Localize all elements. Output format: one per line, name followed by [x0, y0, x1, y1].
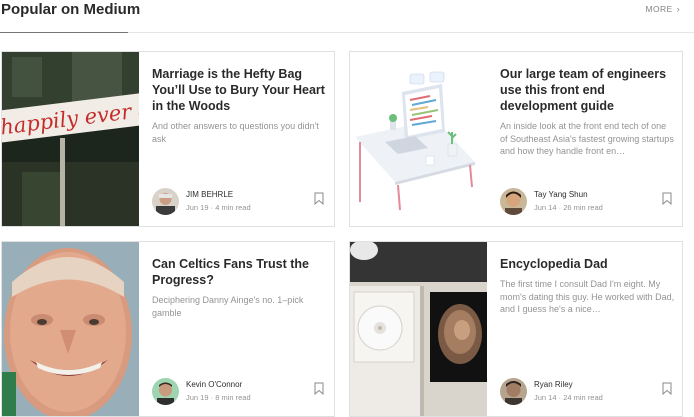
bookmark-icon[interactable]: [314, 192, 324, 206]
post-date: Jun 14: [534, 393, 557, 402]
read-time: 4 min read: [215, 203, 251, 212]
post-date: Jun 14: [534, 203, 557, 212]
post-subtitle: An inside look at the front end tech of …: [500, 121, 674, 156]
post-subtitle: The first time I consult Dad I'm eight. …: [500, 279, 675, 314]
meta-separator: ·: [558, 393, 562, 402]
author-name[interactable]: Tay Yang Shun: [534, 190, 588, 199]
meta-separator: ·: [210, 203, 214, 212]
section-title: Popular on Medium: [1, 1, 141, 18]
author-name[interactable]: JIM BEHRLE: [186, 190, 233, 199]
post-card[interactable]: Can Celtics Fans Trust the Progress? Dec…: [1, 241, 335, 417]
section-underline: [0, 32, 128, 33]
post-title[interactable]: Our large team of engineers use this fro…: [500, 66, 676, 114]
post-meta: Jun 19 · 8 min read: [186, 393, 251, 402]
bookmark-icon[interactable]: [662, 192, 672, 206]
read-time: 26 min read: [563, 203, 603, 212]
post-meta: Jun 14 · 24 min read: [534, 393, 603, 402]
bookmark-icon[interactable]: [662, 382, 672, 396]
avatar[interactable]: [152, 378, 179, 405]
post-subtitle: Deciphering Danny Ainge's no. 1–pick gam…: [152, 295, 304, 318]
avatar[interactable]: [500, 188, 527, 215]
post-card[interactable]: happily ever afte Marriage is the Hefty …: [1, 51, 335, 227]
meta-separator: ·: [210, 393, 214, 402]
post-thumbnail[interactable]: [2, 242, 139, 416]
post-meta: Jun 14 · 26 min read: [534, 203, 603, 212]
chevron-right-icon: ›: [676, 4, 680, 14]
post-card[interactable]: Encyclopedia Dad The first time I consul…: [349, 241, 683, 417]
more-link[interactable]: MORE ›: [645, 4, 680, 14]
post-subtitle: And other answers to questions you didn'…: [152, 121, 319, 144]
post-meta: Jun 19 · 4 min read: [186, 203, 251, 212]
post-title[interactable]: Encyclopedia Dad: [500, 256, 676, 272]
post-thumbnail[interactable]: happily ever afte: [2, 52, 139, 226]
post-card[interactable]: Our large team of engineers use this fro…: [349, 51, 683, 227]
post-date: Jun 19: [186, 203, 209, 212]
meta-separator: ·: [558, 203, 562, 212]
post-thumbnail[interactable]: [350, 52, 487, 226]
read-time: 24 min read: [563, 393, 603, 402]
post-title[interactable]: Can Celtics Fans Trust the Progress?: [152, 256, 328, 288]
avatar[interactable]: [152, 188, 179, 215]
post-date: Jun 19: [186, 393, 209, 402]
author-name[interactable]: Kevin O'Connor: [186, 380, 242, 389]
section-divider: [128, 32, 694, 33]
more-label: MORE: [645, 4, 673, 14]
avatar[interactable]: [500, 378, 527, 405]
bookmark-icon[interactable]: [314, 382, 324, 396]
post-thumbnail[interactable]: [350, 242, 487, 416]
post-title[interactable]: Marriage is the Hefty Bag You’ll Use to …: [152, 66, 328, 114]
author-name[interactable]: Ryan Riley: [534, 380, 573, 389]
read-time: 8 min read: [215, 393, 251, 402]
